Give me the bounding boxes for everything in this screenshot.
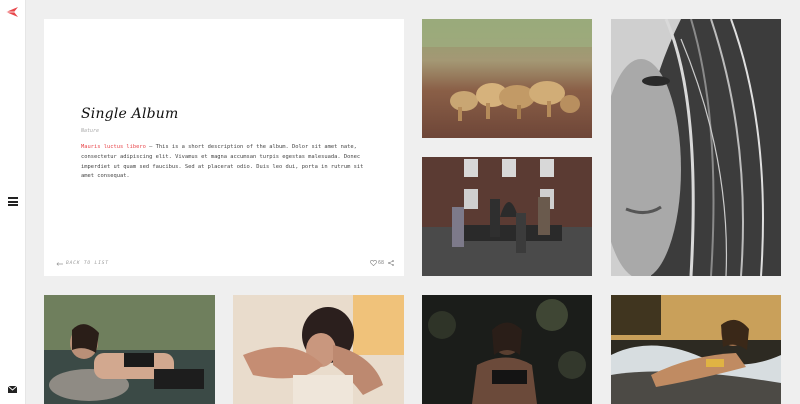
arrow-left-icon — [56, 261, 63, 266]
woman-in-dark-forest-photo[interactable] — [422, 295, 592, 404]
album-info-card: Single Album Nature Mauris luctus libero… — [44, 19, 404, 276]
side-rail — [0, 0, 26, 404]
woman-in-bath-photo[interactable] — [233, 295, 404, 404]
album-description: Mauris luctus libero – This is a short d… — [81, 143, 366, 182]
lions-photo[interactable] — [422, 19, 592, 138]
like-count: 68 — [377, 260, 384, 266]
like-button[interactable]: 68 — [370, 260, 384, 266]
album-category: Nature — [81, 128, 100, 134]
bird-logo-icon[interactable] — [5, 6, 19, 18]
back-to-list-label: BACK TO LIST — [66, 261, 109, 266]
share-icon[interactable] — [388, 260, 394, 266]
bw-face-portrait-photo[interactable] — [611, 19, 781, 276]
woman-on-beach-photo[interactable] — [611, 295, 781, 404]
description-link[interactable]: Mauris luctus libero — [81, 144, 146, 150]
back-to-list-link[interactable]: BACK TO LIST — [56, 261, 109, 266]
card-actions: 68 — [370, 260, 394, 266]
heart-icon — [370, 260, 377, 266]
envelope-icon[interactable] — [8, 386, 17, 393]
woman-by-lake-photo[interactable] — [44, 295, 215, 404]
album-title: Single Album — [81, 106, 179, 122]
hamburger-menu-icon[interactable] — [8, 197, 18, 206]
group-on-bench-photo[interactable] — [422, 157, 592, 276]
